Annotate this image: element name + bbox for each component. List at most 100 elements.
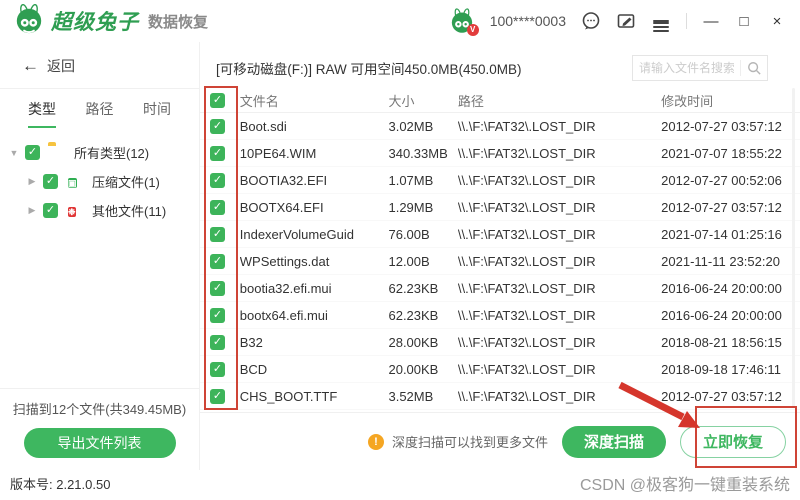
- tree-item-other[interactable]: ▶ ✓ ❉ 其他文件(11): [0, 196, 199, 225]
- file-path: \\.\F:\FAT32\.LOST_DIR: [457, 172, 596, 188]
- tree-item-label: 所有类型(12): [74, 146, 150, 161]
- file-size: 1.29MB: [388, 199, 434, 215]
- column-header-filename: 文件名: [239, 93, 279, 109]
- table-row[interactable]: ✓ B32 28.00KB \\.\F:\FAT32\.LOST_DIR 2018-08…: [200, 329, 800, 356]
- app-subtitle: 数据恢复: [148, 13, 209, 31]
- watermark: CSDN @极客狗一键重装系统: [579, 477, 790, 494]
- tab-type[interactable]: 类型: [28, 99, 56, 128]
- titlebar-separator: [686, 13, 687, 29]
- menu-icon[interactable]: [651, 11, 671, 32]
- file-path: \\.\F:\FAT32\.LOST_DIR: [457, 253, 596, 269]
- tab-time[interactable]: 时间: [143, 99, 171, 128]
- file-name: IndexerVolumeGuid: [239, 226, 354, 242]
- other-file-icon: ❉: [68, 206, 76, 217]
- action-bar: ! 深度扫描可以找到更多文件 深度扫描 立即恢复: [200, 412, 800, 470]
- back-button[interactable]: ← 返回: [0, 42, 199, 76]
- table-header: ✓ 文件名 大小 路径 修改时间: [200, 88, 800, 113]
- close-button[interactable]: ×: [768, 14, 786, 29]
- caret-right-icon[interactable]: ▶: [26, 205, 38, 216]
- archive-file-icon: ▣: [68, 177, 77, 188]
- table-row[interactable]: ✓ BCD 20.00KB \\.\F:\FAT32\.LOST_DIR 2018-09…: [200, 356, 800, 383]
- file-size: 340.33MB: [388, 145, 448, 161]
- file-size: 3.52MB: [388, 388, 434, 404]
- file-path: \\.\F:\FAT32\.LOST_DIR: [457, 280, 596, 296]
- table-row[interactable]: ✓ bootia32.efi.mui 62.23KB \\.\F:\FAT32\.LO…: [200, 275, 800, 302]
- titlebar: 超级兔子 数据恢复 V 100****0003 — □ ×: [0, 0, 800, 42]
- table-row[interactable]: ✓ Boot.sdi 3.02MB \\.\F:\FAT32\.LOST_DIR 201…: [200, 113, 800, 140]
- search-box: [632, 55, 768, 81]
- row-checkbox[interactable]: ✓: [210, 307, 225, 323]
- username[interactable]: 100****0003: [490, 13, 566, 29]
- tree-checkbox[interactable]: ✓: [25, 145, 40, 160]
- drive-title: [可移动磁盘(F:)] RAW 可用空间450.0MB(450.0MB): [216, 62, 522, 77]
- folder-icon: [48, 145, 66, 161]
- caret-down-icon[interactable]: ▼: [8, 148, 20, 158]
- warning-icon: !: [367, 433, 384, 450]
- scrollbar[interactable]: [792, 88, 795, 408]
- file-mtime: 2018-09-18 17:46:11: [661, 361, 781, 377]
- tree-checkbox[interactable]: ✓: [43, 203, 58, 218]
- deep-scan-button[interactable]: 深度扫描: [561, 425, 666, 458]
- tree-item-all-types[interactable]: ▼ ✓ 所有类型(12): [0, 138, 199, 167]
- table-row[interactable]: ✓ CHS_BOOT.TTF 3.52MB \\.\F:\FAT32\.LOST_DI…: [200, 383, 800, 410]
- file-size: 12.00B: [388, 253, 430, 269]
- support-icon[interactable]: [581, 11, 601, 31]
- vip-badge: V: [466, 24, 479, 36]
- file-mtime: 2012-07-27 00:52:06: [661, 172, 782, 188]
- row-checkbox[interactable]: ✓: [210, 361, 225, 377]
- table-row[interactable]: ✓ IndexerVolumeGuid 76.00B \\.\F:\FAT32\.LO…: [200, 221, 800, 248]
- filter-tabs: 类型 路径 时间: [0, 89, 199, 128]
- file-mtime: 2012-07-27 03:57:12: [661, 199, 782, 215]
- file-name: bootx64.efi.mui: [239, 307, 328, 323]
- file-mtime: 2021-11-11 23:52:20: [661, 253, 780, 269]
- version-label: 版本号: 2.21.0.50: [10, 476, 111, 492]
- deep-scan-hint: 深度扫描可以找到更多文件: [391, 435, 548, 450]
- scan-status: 扫描到12个文件(共349.45MB): [12, 402, 187, 417]
- main-panel: [可移动磁盘(F:)] RAW 可用空间450.0MB(450.0MB) ✓ 文…: [200, 42, 800, 470]
- tree-item-label: 压缩文件(1): [92, 175, 160, 190]
- tab-path[interactable]: 路径: [86, 99, 114, 128]
- file-mtime: 2018-08-21 18:56:15: [661, 334, 782, 350]
- select-all-checkbox[interactable]: ✓: [210, 92, 225, 108]
- back-label: 返回: [47, 58, 75, 74]
- search-icon[interactable]: [741, 61, 767, 75]
- table-row[interactable]: ✓ bootx64.efi.mui 62.23KB \\.\F:\FAT32\.LOS…: [200, 302, 800, 329]
- table-row[interactable]: ✓ WPSettings.dat 12.00B \\.\F:\FAT32\.LOST_…: [200, 248, 800, 275]
- feedback-icon[interactable]: [616, 11, 636, 31]
- file-path: \\.\F:\FAT32\.LOST_DIR: [457, 199, 596, 215]
- minimize-button[interactable]: —: [702, 14, 720, 29]
- tree-checkbox[interactable]: ✓: [43, 174, 58, 189]
- file-name: WPSettings.dat: [239, 253, 330, 269]
- file-path: \\.\F:\FAT32\.LOST_DIR: [457, 226, 596, 242]
- recover-now-button[interactable]: 立即恢复: [679, 425, 786, 458]
- caret-right-icon[interactable]: ▶: [26, 176, 38, 187]
- user-avatar[interactable]: V: [449, 8, 479, 36]
- row-checkbox[interactable]: ✓: [210, 253, 225, 269]
- row-checkbox[interactable]: ✓: [210, 226, 225, 242]
- app-title: 超级兔子: [51, 11, 139, 34]
- maximize-button[interactable]: □: [735, 14, 753, 29]
- row-checkbox[interactable]: ✓: [210, 145, 225, 161]
- row-checkbox[interactable]: ✓: [210, 280, 225, 296]
- file-mtime: 2016-06-24 20:00:00: [661, 280, 782, 296]
- file-name: 10PE64.WIM: [239, 145, 317, 161]
- file-name: BCD: [239, 361, 268, 377]
- export-file-list-button[interactable]: 导出文件列表: [23, 428, 176, 458]
- file-size: 28.00KB: [388, 334, 439, 350]
- file-mtime: 2012-07-27 03:57:12: [661, 388, 782, 404]
- file-mtime: 2021-07-07 18:55:22: [661, 145, 782, 161]
- row-checkbox[interactable]: ✓: [210, 118, 225, 134]
- tree-item-archives[interactable]: ▶ ✓ ▣ 压缩文件(1): [0, 167, 199, 196]
- table-row[interactable]: ✓ BOOTX64.EFI 1.29MB \\.\F:\FAT32\.LOST_DIR…: [200, 194, 800, 221]
- row-checkbox[interactable]: ✓: [210, 172, 225, 188]
- column-header-size: 大小: [388, 93, 415, 109]
- file-mtime: 2012-07-27 03:57:12: [661, 118, 782, 134]
- row-checkbox[interactable]: ✓: [210, 388, 225, 404]
- table-row[interactable]: ✓ BOOTIA32.EFI 1.07MB \\.\F:\FAT32\.LOST_DI…: [200, 167, 800, 194]
- row-checkbox[interactable]: ✓: [210, 199, 225, 215]
- file-name: CHS_BOOT.TTF: [239, 388, 338, 404]
- table-row[interactable]: ✓ 10PE64.WIM 340.33MB \\.\F:\FAT32\.LOST_DI…: [200, 140, 800, 167]
- search-input[interactable]: [633, 61, 740, 75]
- row-checkbox[interactable]: ✓: [210, 334, 225, 350]
- file-name: BOOTIA32.EFI: [239, 172, 328, 188]
